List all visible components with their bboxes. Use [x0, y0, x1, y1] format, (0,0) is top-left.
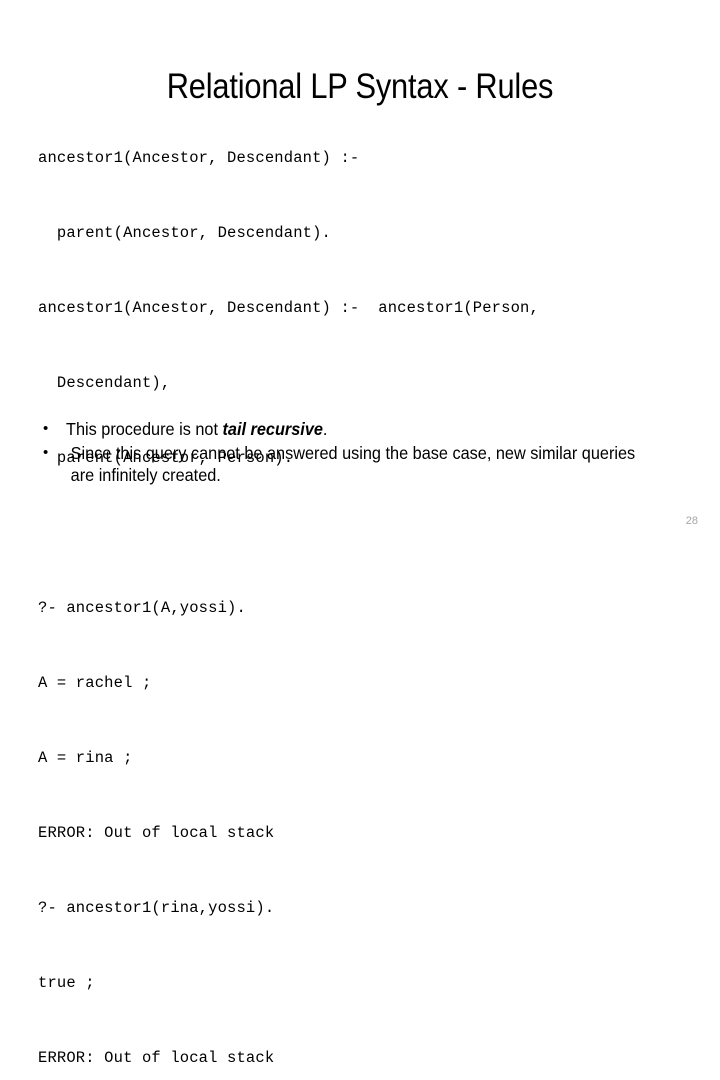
code-line: true ; [38, 974, 95, 992]
notes-list: • This procedure is not tail recursive. … [38, 418, 688, 488]
note-text-prefix: This procedure is not [66, 419, 223, 439]
list-item: • Since this query cannot be answered us… [38, 442, 688, 486]
code-line: A = rachel ; [38, 674, 152, 692]
code-line: Descendant), [38, 374, 171, 392]
code-line: parent(Ancestor, Descendant). [38, 224, 331, 242]
list-item: • This procedure is not tail recursive. [38, 418, 688, 440]
code-line: ERROR: Out of local stack [38, 1049, 275, 1067]
code-line: ancestor1(Ancestor, Descendant) :- ances… [38, 299, 539, 317]
note-text: This procedure is not tail recursive. [66, 418, 644, 440]
note-text-suffix: . [322, 419, 328, 439]
code-line: ERROR: Out of local stack [38, 824, 275, 842]
note-text-emphasis: tail recursive [222, 419, 323, 439]
page-number: 28 [685, 515, 698, 527]
code-line: ?- ancestor1(rina,yossi). [38, 899, 275, 917]
bullet-icon: • [43, 444, 49, 461]
bullet-icon: • [43, 420, 49, 437]
slide-canvas: Relational LP Syntax - Rules ancestor1(A… [0, 0, 720, 1067]
code-line: A = rina ; [38, 749, 133, 767]
note-text: Since this query cannot be answered usin… [70, 443, 636, 485]
code-console-block: ancestor1(Ancestor, Descendant) :- paren… [38, 96, 710, 1080]
code-line: ancestor1(Ancestor, Descendant) :- [38, 149, 360, 167]
code-line: ?- ancestor1(A,yossi). [38, 599, 246, 617]
